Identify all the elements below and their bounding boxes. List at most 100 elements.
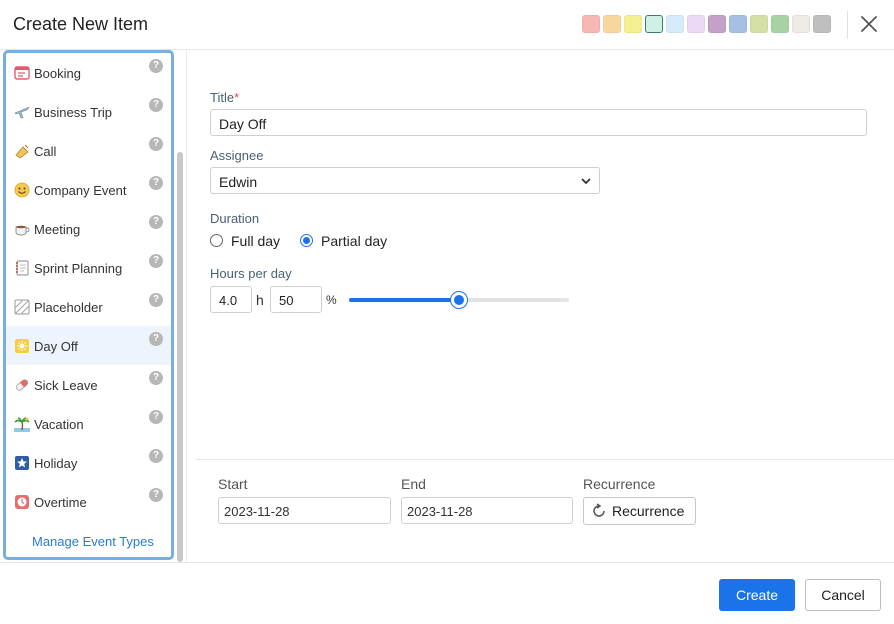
sidebar-item-label: Day Off (34, 339, 78, 354)
slider-fill (349, 298, 459, 302)
swatch-purple[interactable] (708, 15, 726, 33)
swatch-pink[interactable] (582, 15, 600, 33)
full-day-radio[interactable] (210, 234, 223, 247)
percent-unit: % (326, 293, 337, 307)
close-button[interactable] (857, 12, 881, 36)
pill-icon (13, 376, 31, 394)
swatch-blue[interactable] (729, 15, 747, 33)
required-marker: * (234, 90, 240, 105)
help-icon[interactable]: ? (149, 254, 163, 268)
help-icon[interactable]: ? (149, 176, 163, 190)
help-icon[interactable]: ? (149, 59, 163, 73)
help-icon[interactable]: ? (149, 137, 163, 151)
swatch-mint[interactable] (645, 15, 663, 33)
recurrence-label: Recurrence (583, 476, 656, 492)
color-swatches (582, 15, 831, 33)
sidebar-item-label: Company Event (34, 183, 127, 198)
percent-input[interactable]: 50 (270, 286, 322, 313)
swatch-lilac[interactable] (687, 15, 705, 33)
recurrence-button[interactable]: Recurrence (583, 497, 696, 525)
section-divider (196, 459, 894, 460)
full-day-label[interactable]: Full day (231, 233, 280, 249)
sidebar-item-sprint-planning[interactable]: Sprint Planning? (6, 248, 171, 287)
event-type-sidebar: Booking? Business Trip? Call? Company Event… (3, 50, 174, 560)
assignee-select[interactable]: Edwin (210, 167, 600, 194)
sidebar-item-overtime[interactable]: Overtime? (6, 482, 171, 521)
placeholder-icon (13, 298, 31, 316)
swatch-peach[interactable] (603, 15, 621, 33)
title-label-text: Title (210, 90, 235, 105)
sidebar-item-label: Overtime (34, 495, 87, 510)
hours-per-day-label: Hours per day (210, 266, 292, 281)
assignee-label: Assignee (210, 148, 264, 163)
partial-day-radio[interactable] (300, 234, 313, 247)
sidebar-item-label: Booking (34, 66, 81, 81)
title-input[interactable]: Day Off (210, 109, 867, 136)
hours-input[interactable]: 4.0 (210, 286, 252, 313)
sidebar-item-business-trip[interactable]: Business Trip? (6, 92, 171, 131)
sidebar-divider (186, 50, 187, 562)
help-icon[interactable]: ? (149, 371, 163, 385)
title-label: Title* (210, 90, 239, 105)
help-icon[interactable]: ? (149, 410, 163, 424)
help-icon[interactable]: ? (149, 332, 163, 346)
airplane-icon (13, 103, 31, 121)
sidebar-item-label: Meeting (34, 222, 81, 237)
sidebar-item-label: Sick Leave (34, 378, 98, 393)
sidebar-item-label: Holiday (34, 456, 78, 471)
coffee-cup-icon (13, 220, 31, 238)
sidebar-item-booking[interactable]: Booking? (6, 53, 171, 92)
sidebar-item-label: Vacation (34, 417, 84, 432)
sidebar-item-call[interactable]: Call? (6, 131, 171, 170)
cancel-button[interactable]: Cancel (805, 579, 881, 611)
chevron-down-icon (581, 178, 591, 185)
start-label: Start (218, 476, 248, 492)
slider-thumb[interactable] (451, 292, 467, 308)
end-date-input[interactable]: 2023-11-28 (401, 497, 573, 524)
sidebar-item-holiday[interactable]: Holiday? (6, 443, 171, 482)
close-icon (861, 16, 877, 32)
refresh-icon (593, 503, 605, 517)
swatch-green[interactable] (771, 15, 789, 33)
hours-slider[interactable] (349, 292, 569, 308)
palm-tree-icon (13, 415, 31, 433)
clock-icon (13, 493, 31, 511)
help-icon[interactable]: ? (149, 98, 163, 112)
sidebar-item-label: Business Trip (34, 105, 113, 120)
swatch-yellow[interactable] (624, 15, 642, 33)
sidebar-item-meeting[interactable]: Meeting? (6, 209, 171, 248)
manage-event-types-link[interactable]: Manage Event Types (32, 534, 154, 549)
phone-call-icon (13, 142, 31, 160)
swatch-gray[interactable] (813, 15, 831, 33)
start-date-input[interactable]: 2023-11-28 (218, 497, 391, 524)
help-icon[interactable]: ? (149, 293, 163, 307)
help-icon[interactable]: ? (149, 215, 163, 229)
partial-day-label[interactable]: Partial day (321, 233, 387, 249)
hours-unit: h (256, 292, 264, 308)
sidebar-item-sick-leave[interactable]: Sick Leave? (6, 365, 171, 404)
dialog-title: Create New Item (13, 14, 149, 34)
sidebar-scrollbar[interactable] (177, 152, 183, 562)
help-icon[interactable]: ? (149, 449, 163, 463)
help-icon[interactable]: ? (149, 488, 163, 502)
sidebar-item-day-off[interactable]: Day Off? (6, 326, 171, 365)
booking-icon (13, 64, 31, 82)
footer-divider (0, 562, 894, 563)
assignee-value: Edwin (219, 174, 258, 190)
smiley-icon (13, 181, 31, 199)
end-label: End (401, 476, 426, 492)
swatch-sky[interactable] (666, 15, 684, 33)
star-icon (13, 454, 31, 472)
sidebar-item-company-event[interactable]: Company Event? (6, 170, 171, 209)
sidebar-item-label: Placeholder (34, 300, 103, 315)
swatch-cream[interactable] (792, 15, 810, 33)
create-button[interactable]: Create (719, 579, 795, 611)
sidebar-item-vacation[interactable]: Vacation? (6, 404, 171, 443)
sidebar-item-placeholder[interactable]: Placeholder? (6, 287, 171, 326)
sidebar-item-label: Sprint Planning (34, 261, 123, 276)
header-divider (847, 11, 848, 39)
duration-label: Duration (210, 211, 260, 226)
swatch-lime[interactable] (750, 15, 768, 33)
dialog-header: Create New Item (0, 0, 894, 50)
recurrence-button-label: Recurrence (612, 503, 685, 519)
